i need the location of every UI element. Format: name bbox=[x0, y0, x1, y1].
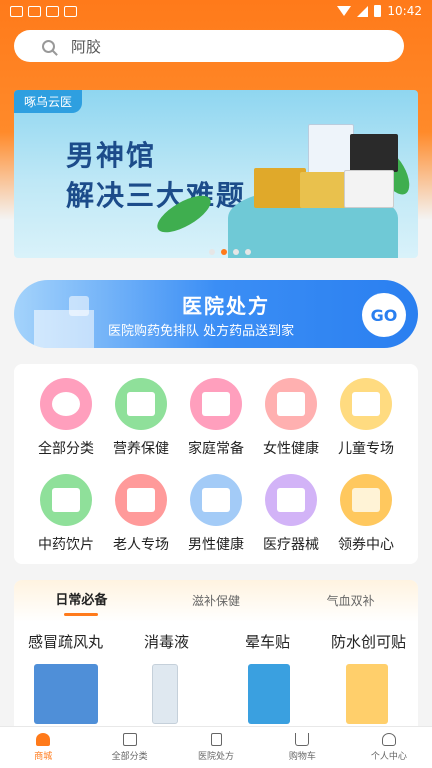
category-label: 医疗器械 bbox=[263, 537, 319, 553]
product-image[interactable] bbox=[34, 664, 98, 724]
prescription-icon bbox=[210, 733, 222, 746]
category-label: 全部分类 bbox=[38, 441, 94, 457]
nav-label: 医院处方 bbox=[198, 752, 235, 762]
nav-label: 个人中心 bbox=[370, 752, 407, 762]
nav-label: 全部分类 bbox=[111, 752, 148, 762]
category-all[interactable]: 全部分类 bbox=[26, 378, 106, 458]
men-health-icon bbox=[190, 474, 242, 526]
go-button[interactable]: GO bbox=[362, 293, 406, 337]
category-label: 男性健康 bbox=[188, 537, 244, 553]
carousel-dot[interactable] bbox=[221, 249, 227, 255]
hospital-subtitle: 医院购药免排队 处方药品送到家 bbox=[108, 324, 295, 339]
product-image[interactable] bbox=[346, 664, 388, 724]
category-label: 营养保健 bbox=[113, 441, 169, 457]
herbal-slice-icon bbox=[40, 474, 92, 526]
category-nutrition[interactable]: 营养保健 bbox=[101, 378, 181, 458]
nav-profile[interactable]: 个人中心 bbox=[346, 727, 432, 768]
elderly-medicine-icon bbox=[115, 474, 167, 526]
daily-essentials-section: 日常必备 滋补保健 气血双补 感冒疏风丸 消毒液 晕车贴 防水创可贴 bbox=[14, 580, 418, 730]
search-placeholder: 阿胶 bbox=[71, 37, 102, 56]
nav-mall[interactable]: 商城 bbox=[0, 727, 86, 768]
search-icon bbox=[42, 39, 55, 53]
signal-icon bbox=[357, 5, 369, 17]
nav-label: 商城 bbox=[34, 752, 53, 762]
nav-cart[interactable]: 购物车 bbox=[259, 727, 345, 768]
status-time: 10:42 bbox=[387, 4, 422, 18]
carousel-dot[interactable] bbox=[233, 249, 239, 255]
category-women[interactable]: 女性健康 bbox=[251, 378, 331, 458]
category-coupons[interactable]: 领券中心 bbox=[326, 474, 406, 554]
category-grid: 全部分类 营养保健 家庭常备 女性健康 儿童专场 中药饮片 老人专场 男性健康 … bbox=[14, 364, 418, 564]
carousel-dot[interactable] bbox=[209, 249, 215, 255]
product-image[interactable] bbox=[152, 664, 178, 724]
product-box-image bbox=[254, 168, 306, 208]
product-name[interactable]: 晕车贴 bbox=[245, 631, 290, 652]
cart-icon bbox=[295, 733, 310, 746]
banner-title: 男神馆 bbox=[66, 139, 157, 172]
promo-banner[interactable]: 啄乌云医 男神馆 解决三大难题 bbox=[14, 90, 418, 258]
font-icon bbox=[64, 5, 77, 17]
nav-prescription[interactable]: 医院处方 bbox=[173, 727, 259, 768]
category-label: 儿童专场 bbox=[338, 441, 394, 457]
image-icon bbox=[28, 5, 41, 17]
category-label: 中药饮片 bbox=[38, 537, 94, 553]
tab-daily-essentials[interactable]: 日常必备 bbox=[14, 580, 149, 622]
category-men[interactable]: 男性健康 bbox=[176, 474, 256, 554]
app-icon bbox=[46, 5, 59, 17]
nav-all-categories[interactable]: 全部分类 bbox=[86, 727, 172, 768]
search-input[interactable]: 阿胶 bbox=[14, 30, 404, 62]
carousel-dot[interactable] bbox=[245, 249, 251, 255]
hospital-title: 医院处方 bbox=[182, 294, 270, 318]
coupon-icon bbox=[340, 474, 392, 526]
women-health-icon bbox=[265, 378, 317, 430]
category-label: 领券中心 bbox=[338, 537, 394, 553]
daily-tabs: 日常必备 滋补保健 气血双补 bbox=[14, 580, 418, 622]
category-label: 家庭常备 bbox=[188, 441, 244, 457]
carousel-dots bbox=[209, 249, 251, 255]
clover-icon bbox=[40, 378, 92, 430]
banner-subtitle: 解决三大难题 bbox=[66, 179, 247, 212]
hospital-prescription-banner[interactable]: 医院处方 医院购药免排队 处方药品送到家 GO bbox=[14, 280, 418, 348]
category-herbal[interactable]: 中药饮片 bbox=[26, 474, 106, 554]
tab-nourishing[interactable]: 滋补保健 bbox=[149, 580, 284, 622]
child-medicine-icon bbox=[340, 378, 392, 430]
product-name[interactable]: 防水创可贴 bbox=[331, 631, 406, 652]
banner-brand-tag: 啄乌云医 bbox=[14, 90, 83, 113]
category-devices[interactable]: 医疗器械 bbox=[251, 474, 331, 554]
grid-icon bbox=[122, 733, 137, 746]
nav-label: 购物车 bbox=[288, 752, 316, 762]
blood-pressure-monitor-icon bbox=[265, 474, 317, 526]
product-box-image bbox=[344, 170, 394, 208]
medicine-box-icon bbox=[190, 378, 242, 430]
category-children[interactable]: 儿童专场 bbox=[326, 378, 406, 458]
battery-icon bbox=[374, 5, 382, 17]
product-name[interactable]: 感冒疏风丸 bbox=[28, 631, 103, 652]
category-family[interactable]: 家庭常备 bbox=[176, 378, 256, 458]
home-icon bbox=[36, 733, 51, 746]
product-box-image bbox=[350, 134, 398, 172]
tab-qi-blood[interactable]: 气血双补 bbox=[283, 580, 418, 622]
wifi-icon bbox=[337, 6, 352, 16]
category-elderly[interactable]: 老人专场 bbox=[101, 474, 181, 554]
bottom-navigation: 商城 全部分类 医院处方 购物车 个人中心 bbox=[0, 726, 432, 768]
category-label: 老人专场 bbox=[113, 537, 169, 553]
supplement-bottle-icon bbox=[115, 378, 167, 430]
status-bar: 10:42 bbox=[0, 0, 432, 22]
product-box-image bbox=[300, 172, 346, 208]
category-label: 女性健康 bbox=[263, 441, 319, 457]
product-name[interactable]: 消毒液 bbox=[144, 631, 189, 652]
user-icon bbox=[381, 733, 396, 746]
product-image[interactable] bbox=[248, 664, 290, 724]
shield-icon bbox=[69, 296, 89, 316]
notification-icon bbox=[10, 5, 23, 17]
